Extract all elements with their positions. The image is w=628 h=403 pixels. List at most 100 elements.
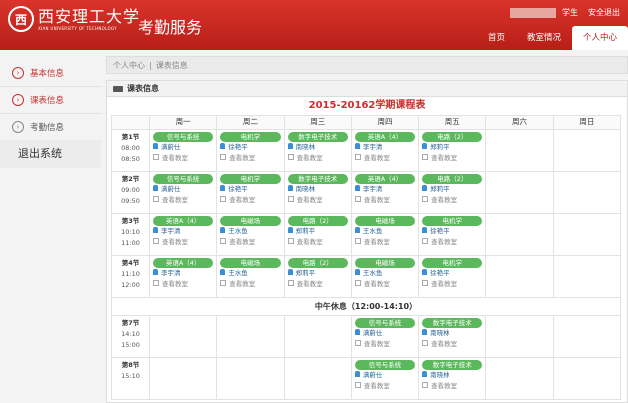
table-row: 第7节 14:10 15:00 信号与系统 满蔚仕 查看教室 数字电子技术 南晓林 查看教室 bbox=[111, 315, 622, 358]
view-room-link[interactable]: 查看教室 bbox=[354, 381, 415, 392]
schedule-cell bbox=[485, 213, 554, 256]
view-room-link[interactable]: 查看教室 bbox=[153, 195, 213, 206]
course-badge[interactable]: 英语A（4） bbox=[354, 174, 416, 184]
teacher-link[interactable]: 王水鱼 bbox=[354, 268, 415, 279]
teacher-link[interactable]: 郑莉平 bbox=[287, 268, 348, 279]
view-room-link[interactable]: 查看教室 bbox=[153, 153, 213, 164]
view-room-link[interactable]: 查看教室 bbox=[422, 195, 482, 206]
view-room-link[interactable]: 查看教室 bbox=[153, 237, 213, 248]
course-badge[interactable]: 数字电子技术 bbox=[422, 360, 483, 370]
teacher-link[interactable]: 徐艳平 bbox=[422, 226, 482, 237]
view-room-link[interactable]: 查看教室 bbox=[220, 195, 280, 206]
view-room-link[interactable]: 查看教室 bbox=[287, 237, 348, 248]
view-room-label: 查看教室 bbox=[363, 280, 390, 288]
slot-label: 第4节 11:10 12:00 bbox=[111, 255, 150, 298]
teacher-link[interactable]: 李宇清 bbox=[153, 268, 213, 279]
schedule-cell bbox=[148, 315, 218, 358]
university-logo[interactable]: 西 西安理工大学 XIAN UNIVERSITY OF TECHNOLOGY bbox=[8, 6, 140, 32]
view-room-link[interactable]: 查看教室 bbox=[287, 279, 348, 290]
course-badge[interactable]: 信号与系统 bbox=[153, 132, 214, 142]
teacher-link[interactable]: 王水鱼 bbox=[354, 226, 415, 237]
course-badge[interactable]: 电路（2） bbox=[422, 132, 483, 142]
teacher-link[interactable]: 南晓林 bbox=[287, 184, 348, 195]
teacher-link[interactable]: 郑莉平 bbox=[422, 142, 482, 153]
teacher-link[interactable]: 满蔚仕 bbox=[354, 328, 415, 339]
teacher-link[interactable]: 王水鱼 bbox=[220, 226, 280, 237]
view-room-link[interactable]: 查看教室 bbox=[422, 381, 482, 392]
course-badge[interactable]: 数字电子技术 bbox=[422, 318, 483, 328]
teacher-link[interactable]: 徐艳平 bbox=[220, 142, 280, 153]
view-room-link[interactable]: 查看教室 bbox=[220, 237, 280, 248]
view-room-link[interactable]: 查看教室 bbox=[422, 339, 482, 350]
person-icon bbox=[220, 227, 226, 233]
teacher-link[interactable]: 李宇清 bbox=[153, 226, 213, 237]
schedule-cell: 信号与系统 满蔚仕 查看教室 bbox=[350, 315, 420, 358]
teacher-link[interactable]: 满蔚仕 bbox=[354, 370, 415, 381]
course-badge[interactable]: 电路（2） bbox=[287, 258, 348, 268]
logo-name-cn: 西安理工大学 bbox=[38, 6, 141, 26]
view-room-link[interactable]: 查看教室 bbox=[354, 279, 415, 290]
course-badge[interactable]: 数字电子技术 bbox=[287, 132, 348, 142]
sidebar-item-basic-info[interactable]: › 基本信息 bbox=[0, 60, 101, 86]
view-room-link[interactable]: 查看教室 bbox=[220, 279, 280, 290]
view-room-link[interactable]: 查看教室 bbox=[287, 153, 348, 164]
teacher-link[interactable]: 南晓林 bbox=[287, 142, 348, 153]
nav-home[interactable]: 首页 bbox=[477, 26, 516, 50]
sidebar-item-schedule[interactable]: › 课表信息 bbox=[0, 87, 101, 113]
teacher-link[interactable]: 李宇清 bbox=[354, 142, 415, 153]
view-room-link[interactable]: 查看教室 bbox=[354, 153, 415, 164]
teacher-link[interactable]: 南晓林 bbox=[422, 328, 482, 339]
course-badge[interactable]: 电机学 bbox=[220, 132, 281, 142]
teacher-name: 李宇清 bbox=[362, 143, 383, 151]
course-badge[interactable]: 信号与系统 bbox=[354, 318, 416, 328]
view-room-link[interactable]: 查看教室 bbox=[354, 195, 415, 206]
course-badge[interactable]: 电磁场 bbox=[220, 216, 281, 226]
teacher-link[interactable]: 满蔚仕 bbox=[153, 142, 213, 153]
teacher-link[interactable]: 王水鱼 bbox=[220, 268, 280, 279]
schedule-cell bbox=[485, 171, 554, 214]
slot-label: 第1节 08:00 08:50 bbox=[111, 129, 150, 172]
view-room-link[interactable]: 查看教室 bbox=[220, 153, 280, 164]
sidebar-item-label: 基本信息 bbox=[30, 69, 65, 79]
view-room-link[interactable]: 查看教室 bbox=[354, 237, 415, 248]
course-badge[interactable]: 英语A（4） bbox=[354, 132, 416, 142]
course-badge[interactable]: 英语A（4） bbox=[153, 216, 214, 226]
teacher-link[interactable]: 徐艳平 bbox=[422, 268, 482, 279]
nav-classrooms[interactable]: 教室情况 bbox=[516, 26, 572, 50]
sidebar-exit[interactable]: 退出系统 bbox=[0, 140, 101, 168]
course-badge[interactable]: 信号与系统 bbox=[153, 174, 214, 184]
view-room-link[interactable]: 查看教室 bbox=[287, 195, 348, 206]
course-badge[interactable]: 电机学 bbox=[422, 216, 483, 226]
view-room-link[interactable]: 查看教室 bbox=[354, 339, 415, 350]
person-icon bbox=[153, 227, 158, 233]
teacher-link[interactable]: 李宇清 bbox=[354, 184, 415, 195]
course-badge[interactable]: 电磁场 bbox=[220, 258, 281, 268]
breadcrumb-item[interactable]: 个人中心 bbox=[113, 60, 145, 71]
slot-start: 15:10 bbox=[121, 372, 140, 380]
user-name-redacted bbox=[510, 7, 556, 18]
view-room-link[interactable]: 查看教室 bbox=[422, 237, 482, 248]
schedule-cell: 电磁场 王水鱼 查看教室 bbox=[216, 255, 285, 298]
course-badge[interactable]: 信号与系统 bbox=[354, 360, 416, 370]
view-room-link[interactable]: 查看教室 bbox=[153, 279, 213, 290]
teacher-link[interactable]: 郑莉平 bbox=[422, 184, 482, 195]
course-badge[interactable]: 英语A（4） bbox=[153, 258, 214, 268]
sidebar-item-attendance[interactable]: › 考勤信息 bbox=[0, 114, 101, 140]
teacher-link[interactable]: 南晓林 bbox=[422, 370, 482, 381]
course-badge[interactable]: 电磁场 bbox=[354, 216, 416, 226]
course-badge[interactable]: 电机学 bbox=[220, 174, 281, 184]
room-icon bbox=[220, 154, 227, 160]
course-badge[interactable]: 电磁场 bbox=[354, 258, 416, 268]
teacher-link[interactable]: 郑莉平 bbox=[287, 226, 348, 237]
course-badge[interactable]: 数字电子技术 bbox=[287, 174, 348, 184]
teacher-link[interactable]: 满蔚仕 bbox=[153, 184, 213, 195]
nav-personal-center[interactable]: 个人中心 bbox=[571, 26, 628, 50]
teacher-name: 徐艳平 bbox=[228, 185, 248, 193]
course-badge[interactable]: 电路（2） bbox=[422, 174, 483, 184]
logout-link[interactable]: 安全退出 bbox=[588, 7, 620, 18]
view-room-link[interactable]: 查看教室 bbox=[422, 279, 482, 290]
teacher-link[interactable]: 徐艳平 bbox=[220, 184, 280, 195]
course-badge[interactable]: 电路（2） bbox=[287, 216, 348, 226]
course-badge[interactable]: 电机学 bbox=[422, 258, 483, 268]
view-room-link[interactable]: 查看教室 bbox=[422, 153, 482, 164]
